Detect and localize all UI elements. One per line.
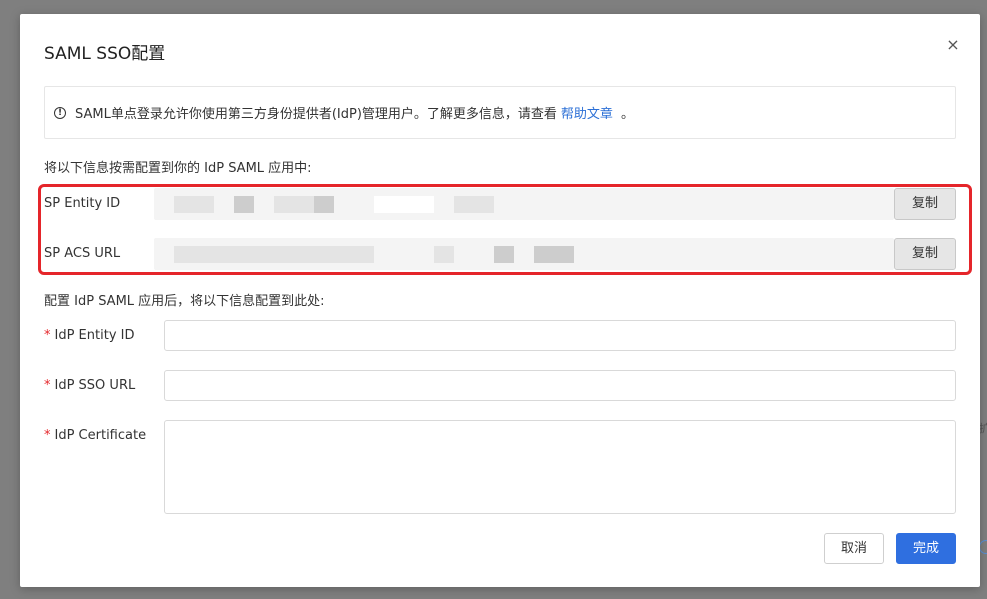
info-circle-icon: ! bbox=[54, 106, 66, 119]
sp-highlight-box bbox=[38, 184, 972, 275]
idp-section-heading: 配置 IdP SAML 应用后，将以下信息配置到此处: bbox=[44, 294, 325, 309]
info-text: SAML单点登录允许你使用第三方身份提供者(IdP)管理用户。了解更多信息，请查… bbox=[75, 107, 557, 122]
info-banner: ! SAML单点登录允许你使用第三方身份提供者(IdP)管理用户。了解更多信息，… bbox=[44, 86, 956, 139]
idp-certificate-row: * IdP Certificate bbox=[44, 420, 956, 514]
idp-entity-id-input[interactable] bbox=[164, 320, 956, 351]
info-suffix: 。 bbox=[620, 107, 634, 122]
modal-title: SAML SSO配置 bbox=[44, 44, 166, 64]
idp-entity-id-label: * IdP Entity ID bbox=[44, 328, 135, 343]
required-asterisk: * bbox=[44, 378, 51, 393]
required-asterisk: * bbox=[44, 328, 51, 343]
close-icon[interactable]: × bbox=[944, 34, 962, 56]
background-radio-fragment bbox=[979, 540, 987, 554]
required-asterisk: * bbox=[44, 428, 51, 443]
done-button[interactable]: 完成 bbox=[896, 533, 956, 564]
sp-section-heading: 将以下信息按需配置到你的 IdP SAML 应用中: bbox=[44, 161, 312, 176]
idp-certificate-label: * IdP Certificate bbox=[44, 428, 147, 443]
help-article-link[interactable]: 帮助文章 bbox=[561, 103, 613, 122]
idp-certificate-textarea[interactable] bbox=[164, 420, 956, 514]
idp-sso-url-label: * IdP SSO URL bbox=[44, 378, 136, 393]
saml-sso-modal: SAML SSO配置 × ! SAML单点登录允许你使用第三方身份提供者(IdP… bbox=[20, 14, 980, 587]
idp-entity-id-row: * IdP Entity ID bbox=[44, 320, 956, 351]
cancel-button[interactable]: 取消 bbox=[824, 533, 884, 564]
idp-sso-url-input[interactable] bbox=[164, 370, 956, 401]
idp-sso-url-row: * IdP SSO URL bbox=[44, 370, 956, 401]
background-fragment: 扩 bbox=[979, 422, 987, 435]
